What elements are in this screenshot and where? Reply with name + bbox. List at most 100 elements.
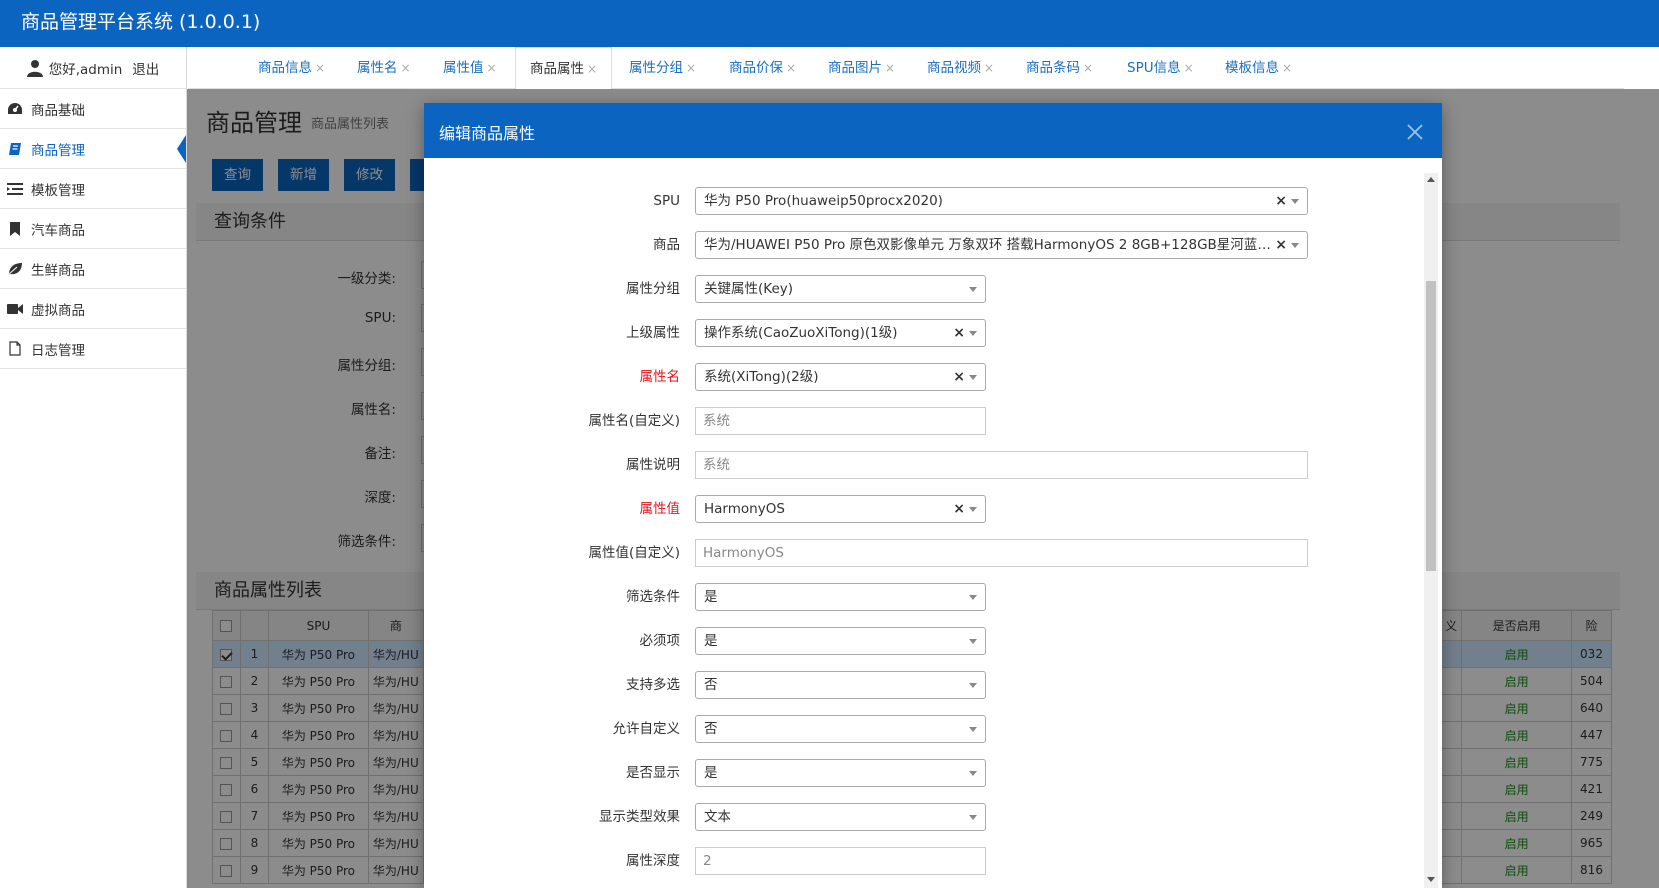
field-label: SPU (653, 193, 680, 209)
form-row-attr-group: 属性分组 关键属性(Key) (424, 275, 1424, 303)
select-value: 操作系统(CaoZuoXiTong)(1级) (704, 325, 898, 341)
tab-goods-info[interactable]: 商品信息 × (258, 47, 325, 89)
close-icon[interactable]: × (984, 61, 994, 75)
tab-spu-info[interactable]: SPU信息 × (1127, 47, 1194, 89)
tab-attr-value[interactable]: 属性值 × (443, 47, 497, 89)
sidebar-item-label: 模板管理 (31, 182, 85, 199)
scroll-up-arrow-icon[interactable] (1427, 177, 1435, 182)
attr-group-select[interactable]: 关键属性(Key) (695, 275, 986, 303)
form-row-allow-custom: 允许自定义 否 (424, 715, 1424, 743)
select-value: 是 (704, 765, 718, 781)
form-row-filter: 筛选条件 是 (424, 583, 1424, 611)
form-row-spu: SPU 华为 P50 Pro(huaweip50procx2020) × (424, 187, 1424, 215)
chevron-down-icon (1291, 199, 1299, 204)
close-icon[interactable]: × (1083, 61, 1093, 75)
logout-link[interactable]: 退出 (132, 58, 159, 78)
field-label-required: 属性名 (639, 369, 681, 385)
attr-name-custom-input[interactable]: 系统 (695, 407, 986, 435)
chevron-down-icon (969, 683, 977, 688)
attr-value-select[interactable]: HarmonyOS × (695, 495, 986, 523)
tab-goods-image[interactable]: 商品图片 × (828, 47, 895, 89)
field-label: 筛选条件 (626, 589, 680, 605)
sidebar-item-label: 生鲜商品 (31, 262, 85, 279)
close-icon[interactable]: × (487, 61, 497, 75)
depth-input[interactable]: 2 (695, 847, 986, 875)
modal-body: SPU 华为 P50 Pro(huaweip50procx2020) × 商品 … (424, 158, 1442, 888)
file-icon (6, 341, 23, 356)
sidebar-item-virtual-goods[interactable]: 虚拟商品 (0, 289, 186, 329)
close-icon[interactable]: × (1282, 61, 1292, 75)
sidebar-item-goods-basic[interactable]: 商品基础 (0, 89, 186, 129)
sidebar-item-template-management[interactable]: 模板管理 (0, 169, 186, 209)
form-row-required: 必须项 是 (424, 627, 1424, 655)
tab-template-info[interactable]: 模板信息 × (1225, 47, 1292, 89)
form-row-parent-attr: 上级属性 操作系统(CaoZuoXiTong)(1级) × (424, 319, 1424, 347)
sidebar-item-log-management[interactable]: 日志管理 (0, 329, 186, 369)
chevron-down-icon (969, 815, 977, 820)
visible-select[interactable]: 是 (695, 759, 986, 787)
tab-barcode[interactable]: 商品条码 × (1026, 47, 1093, 89)
filter-select[interactable]: 是 (695, 583, 986, 611)
close-icon[interactable]: × (885, 61, 895, 75)
select-value: 是 (704, 589, 718, 605)
sidebar-item-car-goods[interactable]: 汽车商品 (0, 209, 186, 249)
form-row-depth: 属性深度 2 (424, 847, 1424, 875)
close-icon[interactable]: × (786, 61, 796, 75)
chevron-down-icon (1291, 243, 1299, 248)
required-select[interactable]: 是 (695, 627, 986, 655)
clear-icon[interactable]: × (953, 364, 965, 390)
sidebar-item-fresh-goods[interactable]: 生鲜商品 (0, 249, 186, 289)
field-label: 支持多选 (626, 677, 680, 693)
close-icon[interactable]: × (1184, 61, 1194, 75)
chevron-down-icon (969, 639, 977, 644)
edit-attr-modal: 编辑商品属性 SPU 华为 P50 Pro(huaweip50procx2020… (424, 103, 1442, 888)
tab-goods-attr[interactable]: 商品属性 × (515, 47, 613, 90)
tab-goods-video[interactable]: 商品视频 × (927, 47, 994, 89)
field-label: 上级属性 (626, 325, 680, 341)
form-row-goods: 商品 华为/HUAWEI P50 Pro 原色双影像单元 万象双环 搭载Harm… (424, 231, 1424, 259)
modal-header: 编辑商品属性 (424, 103, 1442, 158)
modal-scrollbar[interactable] (1424, 173, 1438, 888)
clear-icon[interactable]: × (953, 320, 965, 346)
sidebar: 您好,admin 退出 商品基础 商品管理 模板管理 汽车商品 生鲜商品 虚拟商… (0, 47, 187, 888)
parent-attr-select[interactable]: 操作系统(CaoZuoXiTong)(1级) × (695, 319, 986, 347)
chevron-down-icon (969, 331, 977, 336)
tab-label: 商品图片 (828, 60, 882, 76)
sidebar-item-label: 日志管理 (31, 342, 85, 359)
select-value: 否 (704, 721, 718, 737)
close-icon[interactable]: × (315, 61, 325, 75)
close-icon[interactable]: × (686, 61, 696, 75)
scroll-down-arrow-icon[interactable] (1427, 877, 1435, 882)
form-row-attr-desc: 属性说明 系统 (424, 451, 1424, 479)
clear-icon[interactable]: × (953, 496, 965, 522)
sidebar-item-label: 商品管理 (31, 142, 85, 159)
attr-name-select[interactable]: 系统(XiTong)(2级) × (695, 363, 986, 391)
list-indent-icon (6, 182, 23, 196)
sidebar-item-goods-management[interactable]: 商品管理 (0, 129, 186, 169)
chevron-down-icon (969, 287, 977, 292)
field-label: 属性分组 (626, 281, 680, 297)
field-label: 允许自定义 (612, 721, 681, 737)
allow-custom-select[interactable]: 否 (695, 715, 986, 743)
close-icon[interactable] (1406, 123, 1424, 141)
attr-value-custom-input[interactable]: HarmonyOS (695, 539, 1308, 567)
spu-select[interactable]: 华为 P50 Pro(huaweip50procx2020) × (695, 187, 1308, 215)
goods-select[interactable]: 华为/HUAWEI P50 Pro 原色双影像单元 万象双环 搭载Harmony… (695, 231, 1308, 259)
bookmark-icon (6, 221, 23, 236)
scrollbar-thumb[interactable] (1426, 281, 1436, 571)
form-row-visible: 是否显示 是 (424, 759, 1424, 787)
close-icon[interactable]: × (401, 61, 411, 75)
multi-select[interactable]: 否 (695, 671, 986, 699)
tab-label: 模板信息 (1225, 60, 1279, 76)
clear-icon[interactable]: × (1275, 232, 1287, 258)
attr-desc-input[interactable]: 系统 (695, 451, 1308, 479)
close-icon[interactable]: × (587, 62, 597, 76)
tab-price-protect[interactable]: 商品价保 × (729, 47, 796, 89)
user-greeting: 您好,admin (48, 61, 123, 78)
select-value: 否 (704, 677, 718, 693)
tab-attr-name[interactable]: 属性名 × (357, 47, 411, 89)
select-value: 是 (704, 633, 718, 649)
display-type-select[interactable]: 文本 (695, 803, 986, 831)
clear-icon[interactable]: × (1275, 188, 1287, 214)
tab-attr-group[interactable]: 属性分组 × (629, 47, 696, 89)
